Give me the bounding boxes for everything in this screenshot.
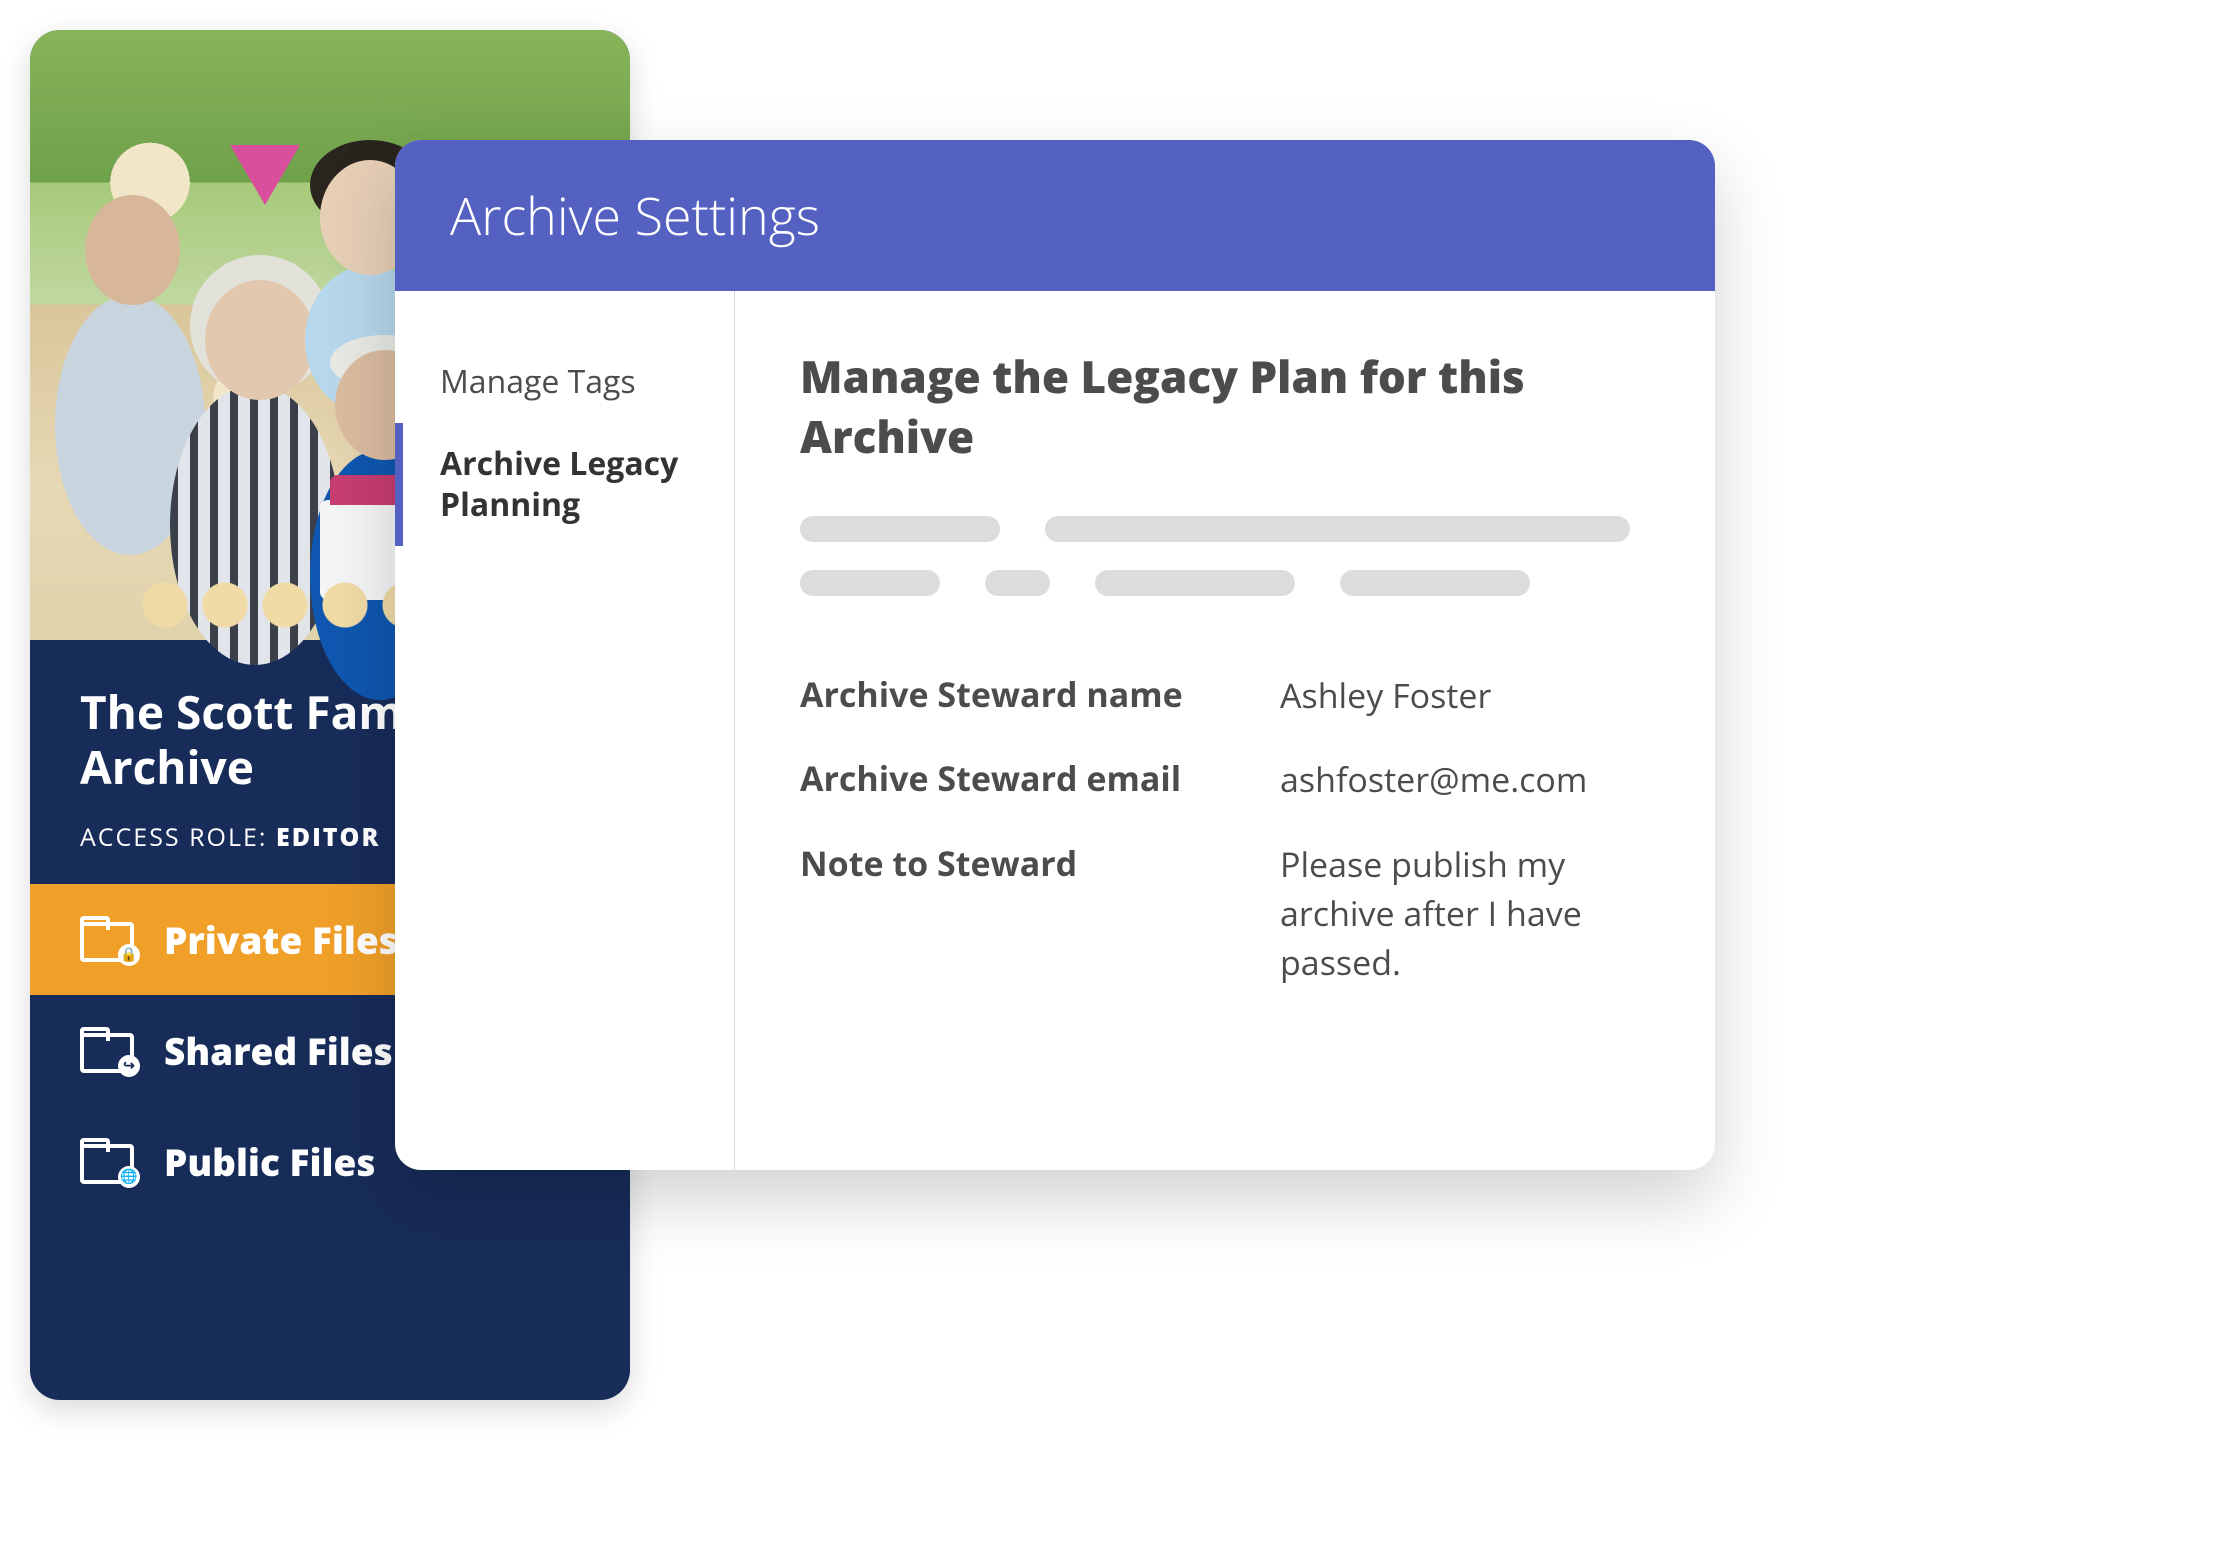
- field-value[interactable]: ashfoster@me.com: [1280, 755, 1650, 804]
- placeholder-text-row: [800, 516, 1650, 542]
- modal-header: Archive Settings: [395, 140, 1715, 291]
- access-role-value: EDITOR: [276, 820, 380, 854]
- field-value[interactable]: Please publish my archive after I have p…: [1280, 840, 1650, 988]
- placeholder-text-row: [800, 570, 1650, 596]
- archive-settings-modal: Archive Settings Manage Tags Archive Leg…: [395, 140, 1715, 1170]
- folder-lock-icon: 🔒: [80, 918, 134, 962]
- share-badge-icon: ↪: [118, 1055, 140, 1077]
- modal-nav: Manage Tags Archive Legacy Planning: [395, 291, 735, 1170]
- modal-title: Archive Settings: [450, 180, 820, 251]
- globe-badge-icon: 🌐: [118, 1166, 140, 1188]
- sidebar-item-label: Shared Files: [164, 1025, 393, 1076]
- folder-globe-icon: 🌐: [80, 1140, 134, 1184]
- field-label: Archive Steward name: [800, 671, 1280, 720]
- legacy-plan-fields: Archive Steward name Ashley Foster Archi…: [800, 671, 1650, 987]
- folder-share-icon: ↪: [80, 1029, 134, 1073]
- legacy-plan-heading: Manage the Legacy Plan for this Archive: [800, 346, 1650, 466]
- sidebar-item-label: Private Files: [164, 914, 398, 965]
- sidebar-item-label: Public Files: [164, 1136, 375, 1187]
- modal-nav-legacy-planning[interactable]: Archive Legacy Planning: [395, 423, 734, 546]
- lock-badge-icon: 🔒: [118, 944, 140, 966]
- modal-nav-manage-tags[interactable]: Manage Tags: [395, 341, 734, 423]
- field-label: Note to Steward: [800, 840, 1280, 988]
- access-role-label: ACCESS ROLE:: [80, 820, 268, 854]
- field-steward-name: Archive Steward name Ashley Foster: [800, 671, 1650, 720]
- field-label: Archive Steward email: [800, 755, 1280, 804]
- field-value[interactable]: Ashley Foster: [1280, 671, 1650, 720]
- field-steward-note: Note to Steward Please publish my archiv…: [800, 840, 1650, 988]
- field-steward-email: Archive Steward email ashfoster@me.com: [800, 755, 1650, 804]
- modal-content: Manage the Legacy Plan for this Archive …: [735, 291, 1715, 1170]
